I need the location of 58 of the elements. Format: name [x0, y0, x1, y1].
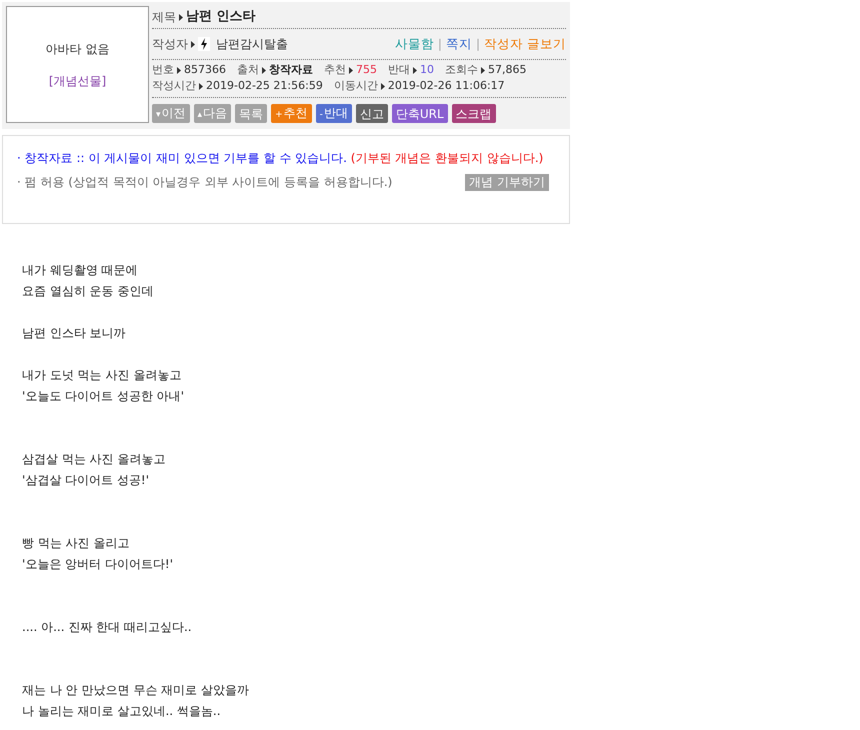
- field-label: 제목: [152, 9, 176, 26]
- author-link[interactable]: 작성자 글보기: [484, 34, 566, 54]
- field-label: 추천: [324, 62, 346, 78]
- arrow-icon: [177, 66, 181, 74]
- nav-button[interactable]: 목록: [235, 104, 268, 123]
- body-text: 재는 나 안 만났으면 무슨 재미로 살았을까: [22, 682, 250, 699]
- arrow-icon: [262, 66, 266, 74]
- lightning-icon: [198, 37, 210, 51]
- body-text: '오늘은 앙버터 다이어트다!': [22, 556, 174, 573]
- field-value: 857366: [184, 62, 226, 78]
- body-text: '오늘도 다이어트 성공한 아내': [22, 388, 186, 405]
- nav-button[interactable]: 단축URL: [392, 104, 448, 123]
- link-separator: |: [438, 36, 442, 53]
- arrow-icon: [199, 82, 203, 90]
- field-label: 작성시간: [152, 78, 196, 94]
- field-label: 작성자: [152, 36, 188, 53]
- donate-button[interactable]: 개념 기부하기: [465, 174, 549, 190]
- arrow-icon: [380, 82, 385, 90]
- license-notice: · 펌 허용 (상업적 목적이 아닐경우 외부 사이트에 등록을 허용합니다.): [17, 174, 392, 191]
- author-link[interactable]: 쪽지: [446, 34, 472, 54]
- nav-button[interactable]: 스크랩: [452, 104, 496, 123]
- author-link[interactable]: 사물함: [394, 34, 434, 54]
- body-text: 나 놀리는 재미로 살고있네.. 썩을놈..: [22, 703, 222, 720]
- field-label: 반대: [388, 62, 410, 78]
- gift-link[interactable]: [개념선물]: [48, 72, 106, 90]
- nav-button[interactable]: ▴다음: [194, 104, 232, 123]
- field-label: 이동시간: [334, 78, 378, 94]
- field-label: 번호: [152, 62, 174, 78]
- nav-button[interactable]: +추천: [271, 104, 312, 123]
- arrow-icon: [191, 40, 195, 48]
- body-text: 내가 도넛 먹는 사진 올려놓고: [22, 367, 182, 384]
- nav-button[interactable]: 신고: [356, 104, 388, 123]
- link-separator: |: [476, 36, 480, 53]
- post-title: 남편 인스타: [186, 8, 256, 26]
- field-value: 창작자료: [269, 62, 313, 78]
- body-text: '삼겹살 다이어트 성공!': [22, 472, 150, 489]
- donation-notice: · 창작자료 :: 이 게시물이 재미 있으면 기부를 할 수 있습니다. (기부된 개념은 환불되지 않습니다.): [17, 150, 544, 167]
- arrow-icon: [179, 14, 183, 20]
- field-value: 10: [420, 62, 434, 78]
- field-label: 출처: [237, 62, 259, 78]
- author-name: 남편감시탈출: [216, 36, 288, 53]
- body-text: .... 아... 진짜 한대 때리고싶다..: [22, 619, 193, 636]
- arrow-icon: [413, 66, 417, 74]
- body-text: 빵 먹는 사진 올리고: [22, 535, 130, 552]
- field-label: 조회수: [445, 62, 478, 78]
- nav-button[interactable]: ▾이전: [152, 104, 190, 123]
- field-value: 57,865: [488, 62, 526, 78]
- nav-button[interactable]: -반대: [316, 104, 352, 123]
- body-text: 요즘 열심히 운동 중인데: [22, 283, 154, 300]
- body-text: 남편 인스타 보니까: [22, 325, 127, 342]
- avatar-text: 아바타 없음: [46, 40, 110, 58]
- arrow-icon: [481, 66, 485, 74]
- field-value: 2019-02-26 11:06:17: [388, 78, 505, 94]
- field-value: 755: [356, 62, 377, 78]
- body-text: 삼겹살 먹는 사진 올려놓고: [22, 451, 166, 468]
- field-value: 2019-02-25 21:56:59: [206, 78, 323, 94]
- arrow-icon: [349, 66, 353, 74]
- body-text: 내가 웨딩촬영 때문에: [22, 262, 139, 279]
